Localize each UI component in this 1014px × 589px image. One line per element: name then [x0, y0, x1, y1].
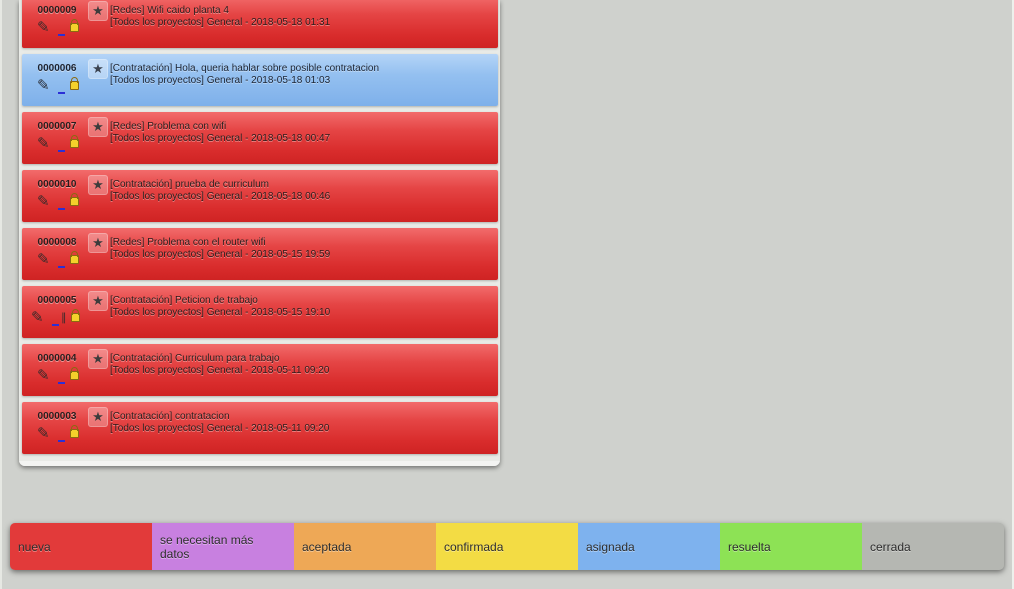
- legend-status-2: se necesitan más datos: [152, 523, 294, 570]
- lock-icon: [70, 425, 79, 438]
- issue-id-link[interactable]: 0000010: [34, 179, 80, 190]
- star-icon[interactable]: ★: [88, 407, 108, 427]
- issue-row[interactable]: 0000004 ✎ ★ [Contratación] Curriculum para …: [22, 344, 498, 396]
- separator-link[interactable]: [58, 150, 65, 152]
- pencil-icon[interactable]: ✎: [37, 194, 50, 210]
- issue-title[interactable]: [Contratación] contratacion: [110, 411, 230, 422]
- issue-id-link[interactable]: 0000008: [34, 237, 80, 248]
- issue-meta: [Todos los proyectos] General - 2018-05-…: [110, 17, 331, 28]
- pencil-icon[interactable]: ✎: [37, 252, 50, 268]
- issue-row[interactable]: 0000003 ✎ ★ [Contratación] contratacion [Tod…: [22, 402, 498, 454]
- legend-label: nueva: [18, 539, 51, 554]
- issue-title[interactable]: [Contratación] Curriculum para trabajo: [110, 353, 280, 364]
- page-left-edge: [0, 0, 2, 589]
- separator-link[interactable]: [58, 92, 65, 94]
- legend-label: asignada: [586, 539, 635, 554]
- lock-icon: [71, 309, 80, 322]
- issue-meta: [Todos los proyectos] General - 2018-05-…: [110, 365, 330, 376]
- pencil-icon[interactable]: ✎: [37, 426, 50, 442]
- pencil-icon[interactable]: ✎: [37, 78, 50, 94]
- issue-id-link[interactable]: 0000009: [34, 5, 80, 16]
- legend-label: cerrada: [870, 539, 911, 554]
- lock-icon: [70, 77, 79, 90]
- issue-meta: [Todos los proyectos] General - 2018-05-…: [110, 133, 331, 144]
- star-icon[interactable]: ★: [88, 1, 108, 21]
- legend-label: resuelta: [728, 539, 771, 554]
- issue-id-link[interactable]: 0000004: [34, 353, 80, 364]
- issue-row[interactable]: 0000006 ✎ ★ [Contratación] Hola, queria hab…: [22, 54, 498, 106]
- issue-row[interactable]: 0000005 ✎ ∥ ★ [Contratación] Peticion de tra…: [22, 286, 498, 338]
- legend-label: confirmada: [444, 539, 504, 554]
- issue-title[interactable]: [Contratación] prueba de curriculum: [110, 179, 269, 190]
- issue-id-link[interactable]: 0000005: [34, 295, 80, 306]
- issue-id-link[interactable]: 0000007: [34, 121, 80, 132]
- star-icon[interactable]: ★: [88, 233, 108, 253]
- star-icon[interactable]: ★: [88, 59, 108, 79]
- issue-list-panel: 0000009 ✎ ★ [Redes] Wifi caido planta 4 [Tod…: [19, 0, 500, 466]
- panel-footer: [19, 461, 500, 466]
- issue-meta: [Todos los proyectos] General - 2018-05-…: [110, 191, 331, 202]
- issue-row[interactable]: 0000009 ✎ ★ [Redes] Wifi caido planta 4 [Tod…: [22, 0, 498, 48]
- issue-meta: [Todos los proyectos] General - 2018-05-…: [110, 75, 331, 86]
- star-icon[interactable]: ★: [88, 291, 108, 311]
- pencil-icon[interactable]: ✎: [31, 310, 44, 326]
- lock-icon: [70, 19, 79, 32]
- issue-id-link[interactable]: 0000006: [34, 63, 80, 74]
- issue-row[interactable]: 0000008 ✎ ★ [Redes] Problema con el router …: [22, 228, 498, 280]
- issue-meta: [Todos los proyectos] General - 2018-05-…: [110, 307, 331, 318]
- lock-icon: [70, 367, 79, 380]
- issue-row[interactable]: 0000007 ✎ ★ [Redes] Problema con wifi [Todos…: [22, 112, 498, 164]
- separator-link[interactable]: [52, 324, 59, 326]
- legend-status-3: aceptada: [294, 523, 436, 570]
- separator-link[interactable]: [58, 34, 65, 36]
- separator-link[interactable]: [58, 266, 65, 268]
- lock-icon: [70, 251, 79, 264]
- status-legend: nueva se necesitan más datos aceptada confi…: [10, 523, 1004, 570]
- issue-meta: [Todos los proyectos] General - 2018-05-…: [110, 249, 331, 260]
- legend-label: aceptada: [302, 539, 352, 554]
- paperclip-icon: ∥: [61, 312, 67, 324]
- separator-link[interactable]: [58, 208, 65, 210]
- legend-status-6: resuelta: [720, 523, 862, 570]
- legend-status-1: nueva: [10, 523, 152, 570]
- issue-title[interactable]: [Contratación] Peticion de trabajo: [110, 295, 258, 306]
- separator-link[interactable]: [58, 382, 65, 384]
- legend-status-4: confirmada: [436, 523, 578, 570]
- legend-status-7: cerrada: [862, 523, 1004, 570]
- issue-id-link[interactable]: 0000003: [34, 411, 80, 422]
- legend-label: se necesitan más datos: [160, 532, 254, 561]
- star-icon[interactable]: ★: [88, 175, 108, 195]
- issue-meta: [Todos los proyectos] General - 2018-05-…: [110, 423, 330, 434]
- lock-icon: [70, 135, 79, 148]
- separator-link[interactable]: [58, 440, 65, 442]
- pencil-icon[interactable]: ✎: [37, 368, 50, 384]
- legend-status-5: asignada: [578, 523, 720, 570]
- issue-title[interactable]: [Redes] Problema con el router wifi: [110, 237, 266, 248]
- star-icon[interactable]: ★: [88, 117, 108, 137]
- issue-title[interactable]: [Redes] Wifi caido planta 4: [110, 5, 229, 16]
- issue-title[interactable]: [Contratación] Hola, queria hablar sobre…: [110, 63, 379, 74]
- issue-title[interactable]: [Redes] Problema con wifi: [110, 121, 226, 132]
- star-icon[interactable]: ★: [88, 349, 108, 369]
- lock-icon: [70, 193, 79, 206]
- issue-row[interactable]: 0000010 ✎ ★ [Contratación] prueba de curric…: [22, 170, 498, 222]
- pencil-icon[interactable]: ✎: [37, 20, 50, 36]
- pencil-icon[interactable]: ✎: [37, 136, 50, 152]
